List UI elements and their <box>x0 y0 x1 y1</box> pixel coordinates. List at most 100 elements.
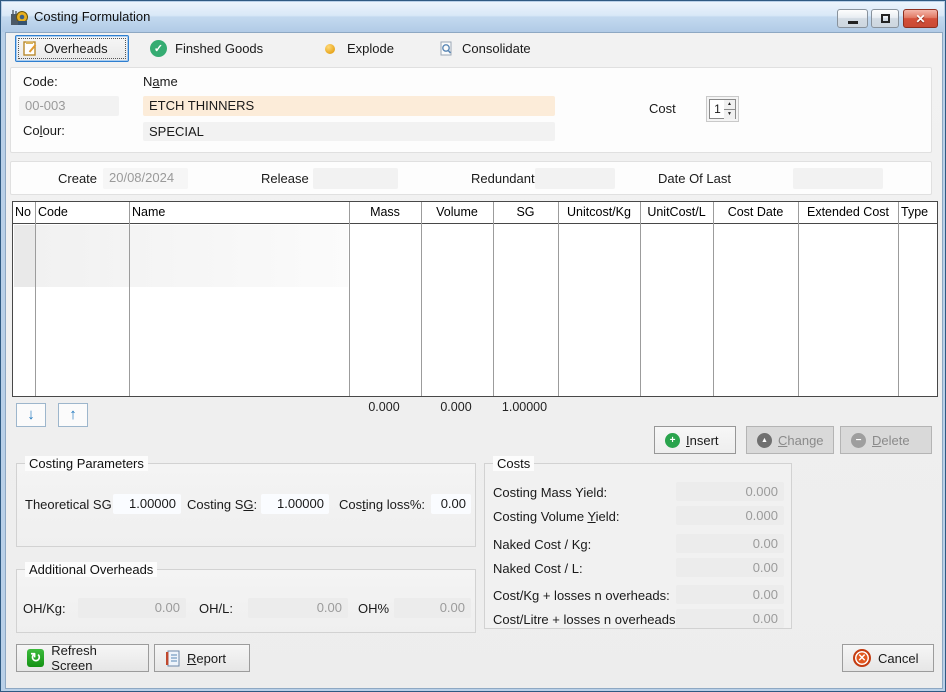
refresh-screen-button[interactable]: ↻ Refresh Screen <box>16 644 149 672</box>
create-date-field[interactable]: 20/08/2024 <box>103 168 188 189</box>
date-of-last-label: Date Of Last <box>658 171 731 186</box>
costing-parameters-group: Costing Parameters Theoretical SG 1.0000… <box>16 463 476 547</box>
insert-button[interactable]: + Insert <box>654 426 736 454</box>
theoretical-sg-label: Theoretical SG <box>25 497 112 512</box>
costing-formulation-window: Costing Formulation ✕ Overheads ✓ Finshe… <box>0 0 946 692</box>
col-extended-cost[interactable]: Extended Cost <box>798 205 898 219</box>
costing-loss-label: Costing loss%: <box>339 497 425 512</box>
costing-loss-field[interactable]: 0.00 <box>431 494 471 514</box>
costing-mass-yield-label: Costing Mass Yield: <box>493 485 607 500</box>
grid-divider <box>35 202 36 396</box>
costing-mass-yield-field[interactable]: 0.000 <box>676 482 784 501</box>
grid-selected-row-no-cell <box>14 225 35 287</box>
release-date-field[interactable] <box>313 168 398 189</box>
minus-icon: − <box>851 433 866 448</box>
overheads-label: Overheads <box>44 41 108 56</box>
maximize-button[interactable] <box>871 9 899 28</box>
code-field[interactable]: 00-003 <box>19 96 119 116</box>
col-mass[interactable]: Mass <box>349 205 421 219</box>
move-up-button[interactable]: ↑ <box>58 403 88 427</box>
naked-cost-l-field[interactable]: 0.00 <box>676 558 784 577</box>
explode-label: Explode <box>347 41 394 56</box>
date-of-last-field[interactable] <box>793 168 883 189</box>
formulation-grid[interactable]: No Code Name Mass Volume SG Unitcost/Kg … <box>12 201 938 397</box>
col-code[interactable]: Code <box>38 205 126 219</box>
theoretical-sg-field[interactable]: 1.00000 <box>113 494 181 514</box>
naked-cost-l-label: Naked Cost / L: <box>493 561 583 576</box>
colour-label: Colour: <box>23 123 65 138</box>
col-volume[interactable]: Volume <box>421 205 493 219</box>
col-no[interactable]: No <box>15 205 35 219</box>
col-sg[interactable]: SG <box>493 205 558 219</box>
grid-divider <box>349 202 350 396</box>
cost-label: Cost <box>649 101 676 116</box>
triangle-icon: ▲ <box>757 433 772 448</box>
minimize-button[interactable] <box>837 9 868 28</box>
colour-field[interactable]: SPECIAL <box>143 122 555 141</box>
overheads-button[interactable]: Overheads <box>15 35 129 62</box>
change-label: Change <box>778 433 824 448</box>
cost-kg-losses-field[interactable]: 0.00 <box>676 585 784 604</box>
name-field[interactable]: ETCH THINNERS <box>143 96 555 116</box>
col-unitcost-kg[interactable]: Unitcost/Kg <box>558 205 640 219</box>
grid-selected-row <box>36 225 348 287</box>
close-button[interactable]: ✕ <box>903 9 938 28</box>
report-icon <box>165 650 180 667</box>
cost-spinner[interactable]: 1 ▲ ▼ <box>706 96 739 122</box>
oh-l-field[interactable]: 0.00 <box>248 598 348 618</box>
release-label: Release <box>261 171 309 186</box>
costing-sg-field[interactable]: 1.00000 <box>261 494 329 514</box>
change-button[interactable]: ▲ Change <box>746 426 834 454</box>
name-label: Name <box>143 74 178 89</box>
product-panel: Code: Name 00-003 ETCH THINNERS Colour: … <box>10 67 932 153</box>
oh-kg-field[interactable]: 0.00 <box>78 598 186 618</box>
delete-label: Delete <box>872 433 910 448</box>
cancel-button[interactable]: ✕ Cancel <box>842 644 934 672</box>
close-icon: ✕ <box>915 12 925 26</box>
cost-litre-losses-field[interactable]: 0.00 <box>676 609 784 628</box>
plus-icon: + <box>665 433 680 448</box>
costing-sg-label: Costing SG: <box>187 497 257 512</box>
redundant-date-field[interactable] <box>535 168 615 189</box>
check-icon: ✓ <box>150 40 167 57</box>
col-type[interactable]: Type <box>901 205 937 219</box>
consolidate-label: Consolidate <box>462 41 531 56</box>
insert-label: Insert <box>686 433 719 448</box>
redundant-label: Redundant <box>471 171 535 186</box>
app-icon <box>10 8 28 26</box>
code-label: Code: <box>23 74 58 89</box>
consolidate-button[interactable]: Consolidate <box>439 35 531 62</box>
cost-litre-losses-label: Cost/Litre + losses n overheads: <box>493 612 679 627</box>
col-unitcost-l[interactable]: UnitCost/L <box>640 205 713 219</box>
grid-divider <box>129 202 130 396</box>
document-magnifier-icon <box>439 41 454 57</box>
spinner-up-icon[interactable]: ▲ <box>724 100 735 109</box>
move-down-button[interactable]: ↓ <box>16 403 46 427</box>
oh-pct-field[interactable]: 0.00 <box>394 598 471 618</box>
grid-divider <box>640 202 641 396</box>
clipboard-pencil-icon <box>23 41 38 56</box>
total-sg: 1.00000 <box>492 400 557 414</box>
explode-button[interactable]: Explode <box>321 35 394 62</box>
refresh-icon: ↻ <box>27 649 44 667</box>
maximize-icon <box>881 14 890 23</box>
spinner-down-icon[interactable]: ▼ <box>724 109 735 119</box>
finished-goods-button[interactable]: ✓ Finshed Goods <box>150 35 263 62</box>
grid-divider <box>558 202 559 396</box>
col-name[interactable]: Name <box>132 205 346 219</box>
grid-divider <box>798 202 799 396</box>
create-label: Create <box>58 171 97 186</box>
costing-volume-yield-field[interactable]: 0.000 <box>676 506 784 525</box>
cancel-x-icon: ✕ <box>853 649 871 667</box>
oh-pct-label: OH% <box>358 601 389 616</box>
total-mass: 0.000 <box>348 400 420 414</box>
costs-group: Costs Costing Mass Yield: 0.000 Costing … <box>484 463 792 629</box>
up-arrow-icon: ↑ <box>69 406 77 423</box>
dates-panel: Create 20/08/2024 Release Redundant Date… <box>10 161 932 195</box>
delete-button[interactable]: − Delete <box>840 426 932 454</box>
naked-cost-kg-label: Naked Cost / Kg: <box>493 537 591 552</box>
cancel-label: Cancel <box>878 651 918 666</box>
report-button[interactable]: Report <box>154 644 250 672</box>
naked-cost-kg-field[interactable]: 0.00 <box>676 534 784 553</box>
col-cost-date[interactable]: Cost Date <box>713 205 798 219</box>
